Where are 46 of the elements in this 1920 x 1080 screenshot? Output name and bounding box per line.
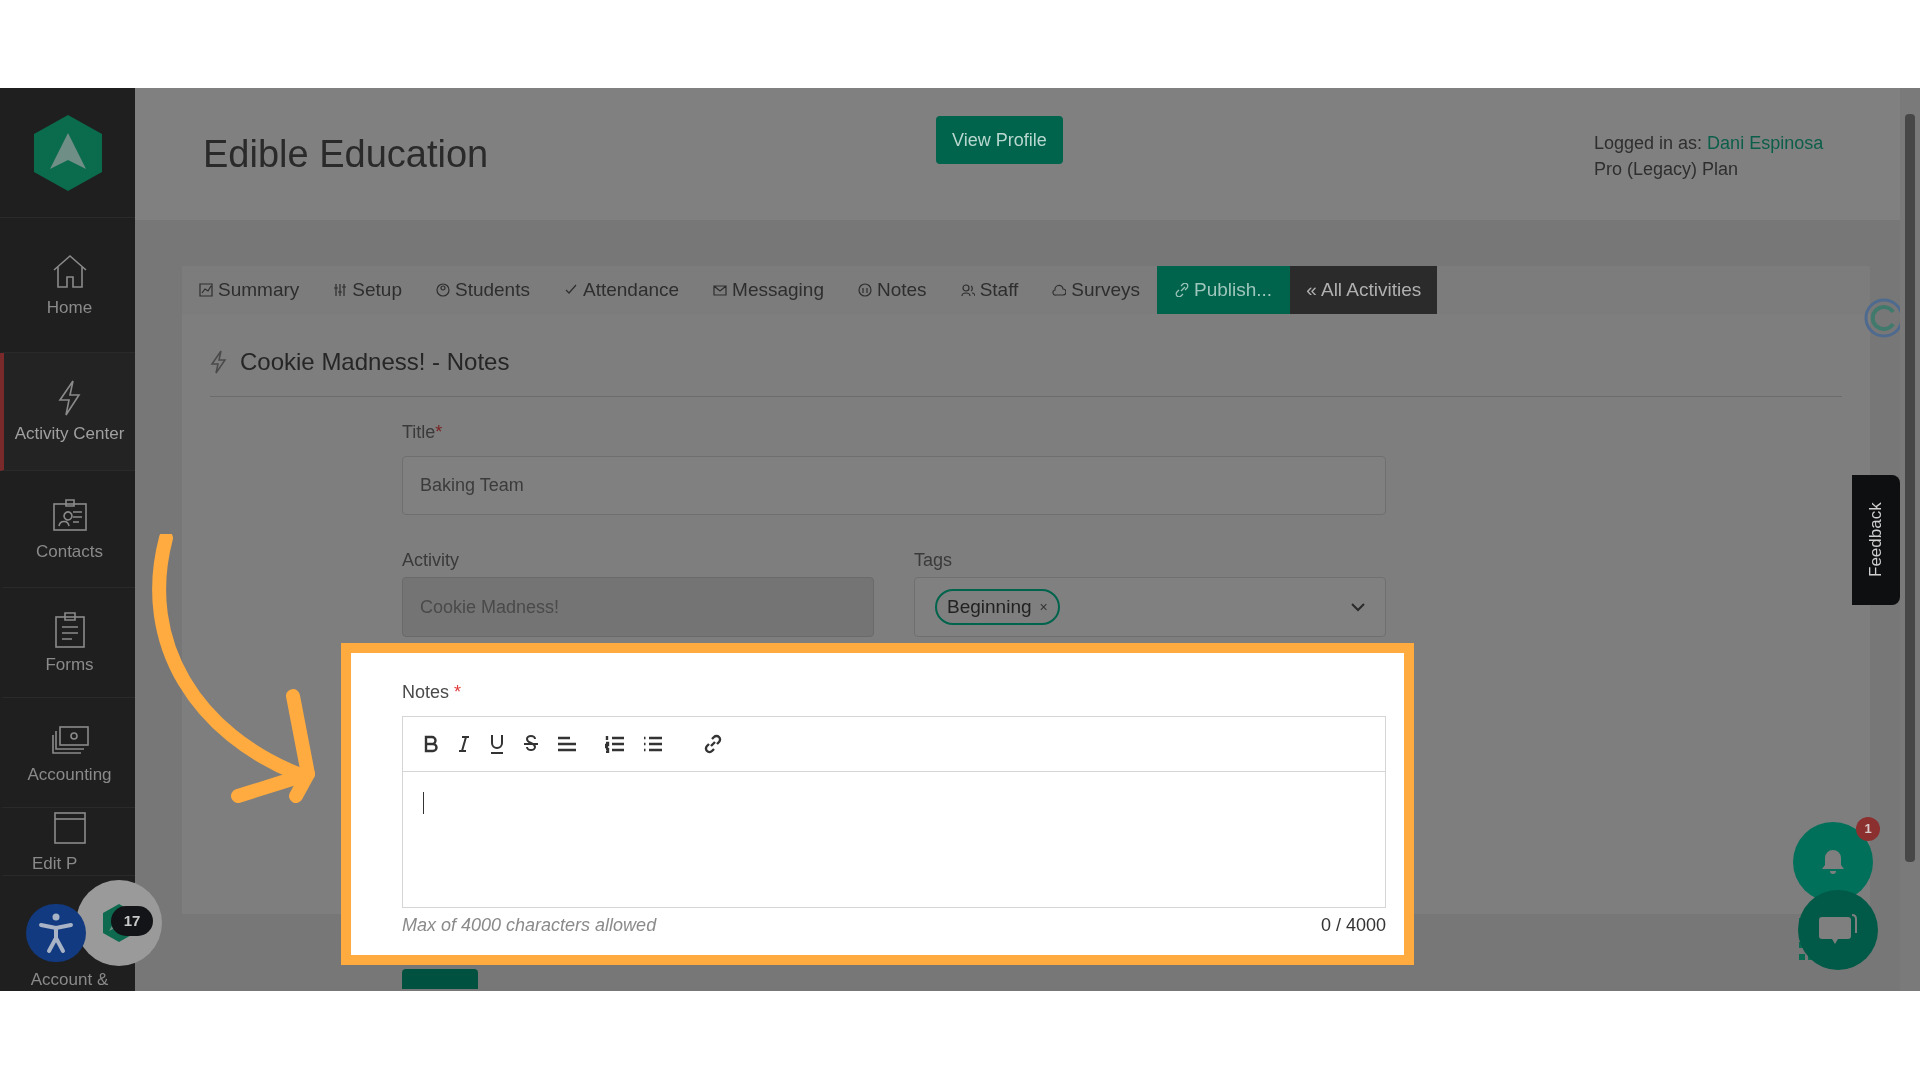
tab[interactable]: « All Activities xyxy=(1290,266,1438,314)
people-icon xyxy=(960,283,975,297)
user-link[interactable]: Dani Espinosa xyxy=(1707,133,1824,153)
logged-in-label: Logged in as: xyxy=(1594,133,1703,153)
tab[interactable]: Publish... xyxy=(1157,266,1291,314)
sliders-icon xyxy=(333,283,348,297)
text-cursor xyxy=(423,792,424,814)
feedback-tab[interactable]: Feedback xyxy=(1852,475,1900,605)
bell-icon xyxy=(1820,848,1846,876)
link-icon xyxy=(1175,283,1189,297)
underline-icon[interactable] xyxy=(489,734,505,754)
field-label: Notes xyxy=(402,682,450,702)
plan-label: Pro (Legacy) Plan xyxy=(1594,158,1740,181)
required-mark: * xyxy=(435,422,443,442)
page-title: Edible Education xyxy=(203,132,489,177)
character-limit-hint: Max of 4000 characters allowed xyxy=(402,914,657,937)
remove-tag-button[interactable]: × xyxy=(1039,596,1048,618)
logo-icon xyxy=(31,112,104,193)
chart-icon xyxy=(199,283,213,297)
strikethrough-icon[interactable] xyxy=(523,735,539,753)
tags-field[interactable]: Beginning × xyxy=(914,577,1386,637)
character-count: 0 / 4000 xyxy=(1320,914,1386,937)
field-label: Activity xyxy=(402,549,460,571)
lightning-icon xyxy=(210,350,228,374)
required-mark: * xyxy=(454,682,462,702)
cloud-icon xyxy=(1052,283,1067,297)
italic-icon[interactable] xyxy=(457,735,471,753)
circle-icon xyxy=(858,283,872,297)
field-label: Tags xyxy=(914,549,954,571)
title-field[interactable]: Baking Team xyxy=(402,456,1386,515)
bold-icon[interactable] xyxy=(423,735,439,753)
sidebar-item[interactable]: Account & xyxy=(0,968,135,991)
person-circle-icon xyxy=(435,283,450,297)
field-label: Title xyxy=(402,422,436,442)
link-icon[interactable] xyxy=(703,734,723,754)
numbered-list-icon[interactable] xyxy=(605,735,625,753)
tag-chip: Beginning × xyxy=(935,589,1060,625)
align-left-icon[interactable] xyxy=(557,736,577,752)
view-profile-button[interactable]: View Profile xyxy=(936,116,1063,164)
notification-badge: 1 xyxy=(1856,817,1880,841)
bullet-list-icon[interactable] xyxy=(643,736,663,752)
chevron-down-icon xyxy=(1351,602,1365,612)
accessibility-icon xyxy=(37,912,75,954)
envelope-icon xyxy=(713,283,728,297)
section-title: Cookie Madness! - Notes xyxy=(240,347,510,377)
sidebar-item[interactable]: Activity Center xyxy=(0,353,135,471)
